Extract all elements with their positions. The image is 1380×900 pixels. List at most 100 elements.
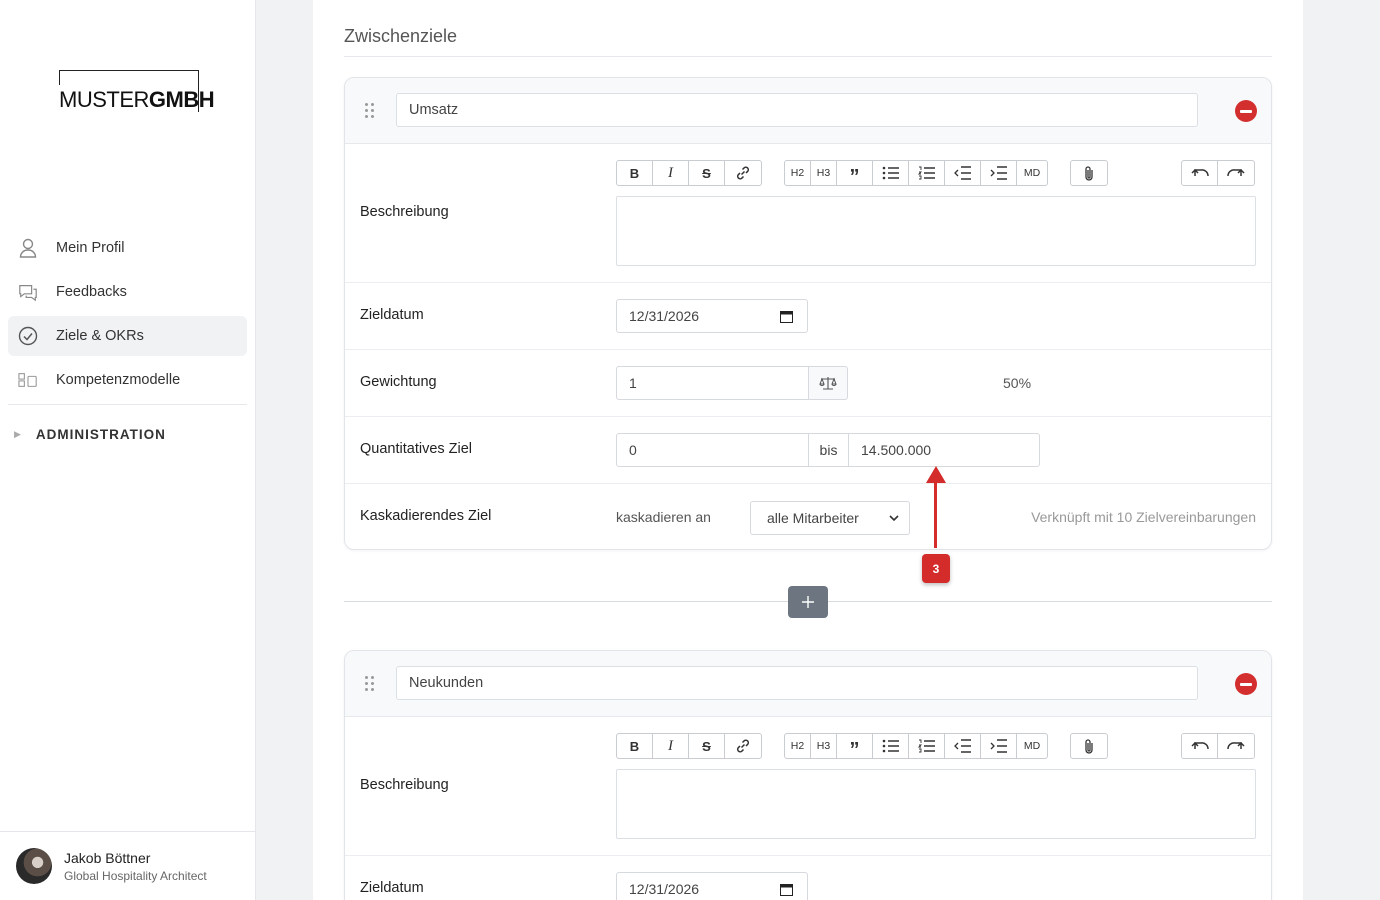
weight-label: Gewichtung: [360, 374, 437, 390]
user-profile[interactable]: Jakob Böttner Global Hospitality Archite…: [0, 831, 255, 900]
bullet-list-button[interactable]: [873, 161, 909, 185]
remove-goal-button[interactable]: [1235, 673, 1257, 695]
paperclip-icon: [1085, 739, 1093, 754]
italic-button[interactable]: I: [653, 734, 689, 758]
indent-button[interactable]: [981, 734, 1017, 758]
link-icon: [736, 166, 750, 180]
description-label: Beschreibung: [360, 204, 449, 220]
date-input[interactable]: 12/31/2026: [616, 299, 808, 333]
redo-icon: [1227, 741, 1245, 750]
description-row: Beschreibung B I S H2 H3 ” MD: [345, 144, 1271, 283]
markdown-button[interactable]: MD: [1017, 734, 1047, 758]
format-group: B I S: [616, 160, 762, 186]
sidebar-item-feedbacks[interactable]: Feedbacks: [8, 272, 247, 312]
goal-card-header: Umsatz: [345, 78, 1271, 144]
chevron-down-icon: [889, 510, 899, 529]
description-editor[interactable]: [616, 769, 1256, 839]
quote-button[interactable]: ”: [837, 161, 873, 185]
strikethrough-button[interactable]: S: [689, 734, 725, 758]
numbered-list-icon: [917, 739, 935, 753]
cascade-label: Kaskadierendes Ziel: [360, 508, 492, 524]
undo-icon: [1190, 168, 1209, 177]
numbered-list-button[interactable]: [909, 161, 945, 185]
outdent-button[interactable]: [945, 161, 981, 185]
section-label: ADMINISTRATION: [35, 426, 166, 442]
link-button[interactable]: [725, 161, 761, 185]
quantitative-to-input[interactable]: 14.500.000: [848, 433, 1040, 467]
outdent-button[interactable]: [945, 734, 981, 758]
scale-icon: [819, 377, 837, 390]
sidebar-item-label: Feedbacks: [56, 284, 127, 300]
numbered-list-button[interactable]: [909, 734, 945, 758]
history-group: [1181, 733, 1255, 759]
goal-card-header: Neukunden: [345, 651, 1271, 717]
date-input[interactable]: 12/31/2026: [616, 872, 808, 900]
bold-button[interactable]: B: [617, 734, 653, 758]
goal-title-input[interactable]: Umsatz: [396, 93, 1198, 127]
quantitative-from-input[interactable]: 0: [616, 433, 809, 467]
caret-right-icon: ▶: [14, 428, 22, 439]
linked-agreements-text[interactable]: Verknüpft mit 10 Zielvereinbarungen: [1031, 509, 1256, 525]
editor-toolbar: B I S H2 H3 ” MD: [616, 733, 1255, 759]
weight-input[interactable]: 1: [616, 366, 809, 400]
sidebar-item-mein-profil[interactable]: Mein Profil: [8, 228, 247, 268]
indent-button[interactable]: [981, 161, 1017, 185]
date-row: Zieldatum 12/31/2026: [345, 283, 1271, 350]
undo-button[interactable]: [1182, 161, 1218, 185]
weight-percent: 50%: [1003, 375, 1032, 391]
goal-title-input[interactable]: Neukunden: [396, 666, 1198, 700]
cascade-to-label: kaskadieren an: [616, 509, 711, 525]
editor-toolbar: B I S H2 H3 ” MD: [616, 160, 1255, 186]
sidebar-section-administration[interactable]: ▶ ADMINISTRATION: [8, 417, 247, 451]
attach-group: [1070, 733, 1108, 759]
quote-button[interactable]: ”: [837, 734, 873, 758]
h2-button[interactable]: H2: [785, 161, 811, 185]
chat-icon: [18, 282, 38, 302]
drag-handle-icon[interactable]: [365, 103, 377, 119]
weight-addon[interactable]: [808, 366, 848, 400]
date-label: Zieldatum: [360, 880, 424, 896]
quote-icon: ”: [849, 166, 860, 186]
paperclip-icon: [1085, 166, 1093, 181]
strikethrough-button[interactable]: S: [689, 161, 725, 185]
bullet-list-icon: [882, 739, 899, 753]
drag-handle-icon[interactable]: [365, 676, 377, 692]
undo-icon: [1190, 741, 1209, 750]
markdown-button[interactable]: MD: [1017, 161, 1047, 185]
indent-icon: [990, 166, 1007, 180]
main-content: Zwischenziele Umsatz Beschreibung B I S: [313, 0, 1303, 900]
user-icon: [18, 238, 38, 258]
bullet-list-button[interactable]: [873, 734, 909, 758]
bold-button[interactable]: B: [617, 161, 653, 185]
redo-button[interactable]: [1218, 161, 1254, 185]
h3-button[interactable]: H3: [811, 734, 837, 758]
calendar-icon[interactable]: [780, 310, 793, 323]
attachment-button[interactable]: [1071, 734, 1107, 758]
history-group: [1181, 160, 1255, 186]
cascade-target-value: alle Mitarbeiter: [767, 510, 859, 526]
format-group: B I S: [616, 733, 762, 759]
annotation-badge: 3: [922, 554, 950, 583]
remove-goal-button[interactable]: [1235, 100, 1257, 122]
date-label: Zieldatum: [360, 307, 424, 323]
attachment-button[interactable]: [1071, 161, 1107, 185]
add-goal-button[interactable]: [788, 586, 828, 618]
italic-button[interactable]: I: [653, 161, 689, 185]
cascade-target-select[interactable]: alle Mitarbeiter: [750, 501, 910, 535]
quantitative-row: Quantitatives Ziel 0 bis 14.500.000: [345, 417, 1271, 484]
annotation-arrow-line: [934, 478, 937, 548]
link-button[interactable]: [725, 734, 761, 758]
h3-button[interactable]: H3: [811, 161, 837, 185]
strikethrough-icon: S: [702, 738, 711, 754]
bullet-list-icon: [882, 166, 899, 180]
undo-button[interactable]: [1182, 734, 1218, 758]
company-logo[interactable]: MUSTERGMBH: [59, 70, 215, 112]
sidebar-item-kompetenzmodelle[interactable]: Kompetenzmodelle: [8, 360, 247, 400]
description-editor[interactable]: [616, 196, 1256, 266]
description-row: Beschreibung B I S H2 H3 ” MD: [345, 717, 1271, 856]
sidebar-item-ziele-okrs[interactable]: Ziele & OKRs: [8, 316, 247, 356]
calendar-icon[interactable]: [780, 883, 793, 896]
h2-button[interactable]: H2: [785, 734, 811, 758]
redo-button[interactable]: [1218, 734, 1254, 758]
goal-card: Umsatz Beschreibung B I S H2 H3 ” MD Zie…: [344, 77, 1272, 550]
